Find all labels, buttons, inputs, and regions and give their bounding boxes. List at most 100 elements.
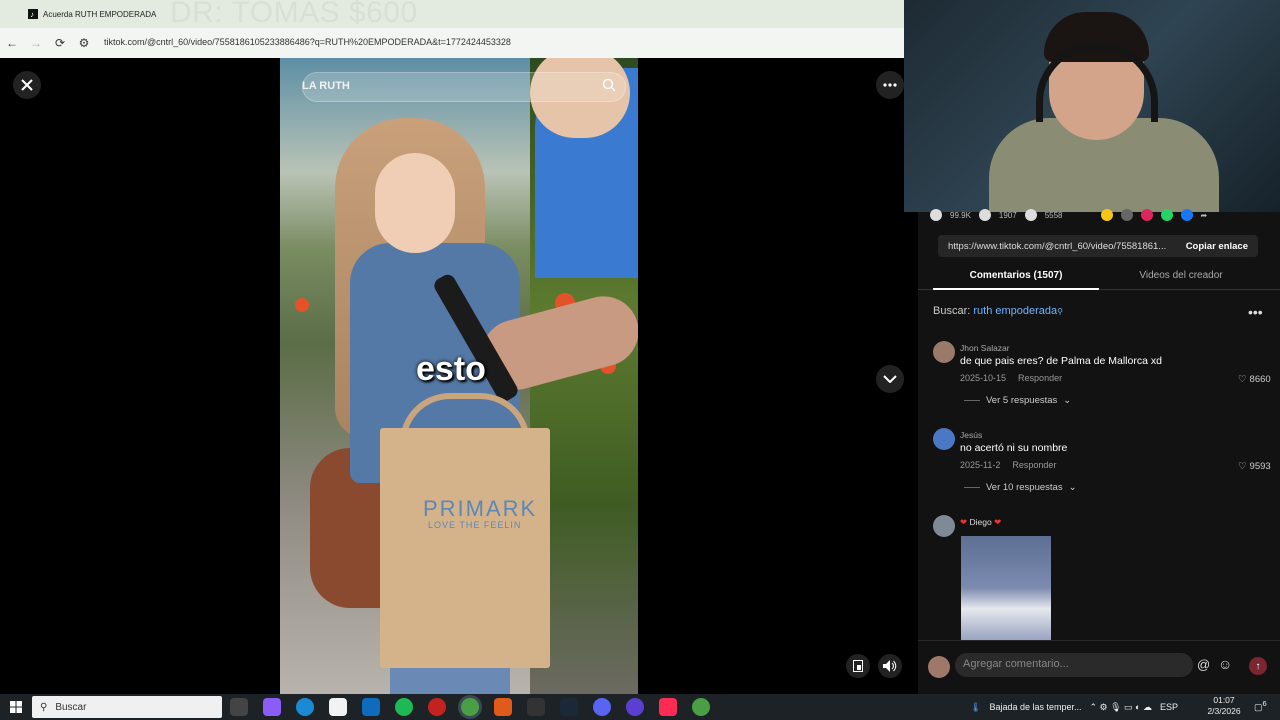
edge-icon[interactable] — [296, 698, 314, 716]
share-arrow-icon[interactable]: ➦ — [1201, 211, 1208, 220]
active-tab-indicator — [933, 288, 1099, 290]
heart-icon[interactable] — [930, 209, 942, 221]
windows-icon — [10, 701, 22, 713]
browser-chrome: ♪ Acuerda RUTH EMPODERADA DR: TOMAS $600… — [0, 0, 904, 58]
tiktok-favicon-icon: ♪ — [28, 9, 38, 19]
chevron-down-icon — [883, 375, 897, 383]
comment-likes[interactable]: ♡ 8660 — [1238, 374, 1271, 385]
avatar[interactable] — [933, 428, 955, 450]
task-view-icon[interactable] — [230, 698, 248, 716]
girl-face — [375, 153, 455, 253]
comment-author[interactable]: Jesús — [960, 430, 982, 440]
comment-date: 2025-10-15 — [960, 373, 1007, 383]
shopping-bag — [380, 428, 550, 668]
replies-divider — [964, 400, 980, 401]
next-video-button[interactable] — [876, 365, 904, 393]
picture-in-picture-button[interactable] — [846, 654, 870, 678]
copilot-icon[interactable] — [263, 698, 281, 716]
avatar[interactable] — [933, 515, 955, 537]
more-options-button[interactable] — [876, 71, 904, 99]
taskbar-search[interactable]: ⚲ Buscar — [32, 696, 222, 718]
chrome-icon[interactable] — [692, 698, 710, 716]
comment-meta: 2025-11-2 Responder — [960, 460, 1056, 470]
chevron-down-icon: ⌄ — [1063, 395, 1072, 406]
wavelink-icon[interactable] — [527, 698, 545, 716]
taskbar-apps — [230, 698, 710, 716]
obs-icon[interactable] — [428, 698, 446, 716]
start-button[interactable] — [0, 694, 32, 720]
tiktok-icon[interactable] — [659, 698, 677, 716]
view-replies[interactable]: Ver 10 respuestas ⌄ — [964, 482, 1077, 493]
steam-icon[interactable] — [560, 698, 578, 716]
weather-text[interactable]: Bajada de las temper... — [989, 702, 1081, 712]
search-query-link[interactable]: ruth empoderada — [973, 305, 1057, 317]
streamer-webcam — [904, 0, 1280, 212]
tab-creator-videos[interactable]: Videos del creador — [1100, 270, 1262, 281]
forward-icon[interactable]: → — [24, 36, 48, 50]
comments-count: 1907 — [998, 210, 1017, 220]
back-icon[interactable]: ← — [0, 36, 24, 50]
tab-title: Acuerda RUTH EMPODERADA — [43, 9, 157, 19]
copy-link-button[interactable]: Copiar enlace — [1186, 241, 1248, 252]
tray-icons[interactable]: ⌃ ⚙ 🎙 ▭ ◐ ☁ — [1090, 702, 1152, 713]
comment-author[interactable]: Jhon Salazar — [960, 343, 1010, 353]
comment-text: de que pais eres? de Palma de Mallorca x… — [960, 355, 1162, 367]
facebook-icon[interactable] — [1180, 209, 1193, 221]
language[interactable]: ESP — [1160, 702, 1178, 712]
comment-likes[interactable]: ♡ 9593 — [1238, 461, 1271, 472]
video-search-box[interactable] — [302, 72, 626, 102]
spotify-icon[interactable] — [395, 698, 413, 716]
date: 2/3/2026 — [1207, 706, 1241, 716]
embed-icon[interactable] — [1120, 209, 1133, 221]
view-replies[interactable]: Ver 5 respuestas ⌄ — [964, 395, 1071, 406]
discord-icon[interactable] — [593, 698, 611, 716]
pinterest-icon[interactable] — [1140, 209, 1153, 221]
likes-count: 99.9K — [950, 210, 971, 220]
thermometer-icon: 🌡 — [970, 701, 982, 712]
address-bar[interactable]: tiktok.com/@cntrl_60/video/7558186105233… — [104, 37, 511, 47]
reload-icon[interactable]: ⟳ — [48, 36, 72, 50]
bookmark-icon[interactable] — [1024, 209, 1037, 221]
browser-tab[interactable]: ♪ Acuerda RUTH EMPODERADA — [28, 4, 178, 24]
mail-icon[interactable] — [362, 698, 380, 716]
reply-button[interactable]: Responder — [1018, 373, 1062, 383]
clock[interactable]: 01:07 2/3/2026 — [1200, 695, 1248, 717]
view-replies-label: Ver 5 respuestas — [986, 395, 1058, 406]
whatsapp-icon[interactable] — [1160, 209, 1173, 221]
send-button[interactable]: ↑ — [1249, 657, 1267, 675]
pip-icon — [853, 660, 863, 672]
time: 01:07 — [1213, 695, 1235, 705]
view-replies-label: Ver 10 respuestas — [986, 482, 1063, 493]
mention-icon[interactable]: @ — [1197, 657, 1210, 672]
notifications-button[interactable]: ▢6 — [1254, 699, 1267, 713]
chrome-icon[interactable] — [461, 698, 479, 716]
heart-outline-icon: ♡ — [1238, 461, 1247, 472]
search-icon: ⚲ — [40, 701, 48, 713]
emoji-icon[interactable]: ☺ — [1218, 656, 1232, 672]
search-icon[interactable] — [601, 77, 617, 93]
comment-icon[interactable] — [978, 209, 991, 221]
comment-input[interactable]: Agregar comentario... — [955, 653, 1193, 677]
share-emoji-icon[interactable] — [1100, 209, 1113, 221]
likes-value: 8660 — [1249, 374, 1271, 385]
bag-tagline: LOVE THE FEELIN — [428, 520, 522, 530]
video-player[interactable]: PRIMARK LOVE THE FEELIN esto — [280, 58, 638, 694]
share-link[interactable]: https://www.tiktok.com/@cntrl_60/video/7… — [948, 241, 1174, 252]
comment-image[interactable] — [961, 536, 1051, 640]
panel-more-icon[interactable]: ••• — [1248, 304, 1263, 320]
close-button[interactable] — [13, 71, 41, 99]
avatar[interactable] — [933, 341, 955, 363]
heart-emoji-icon: ❤ — [994, 517, 1002, 527]
brave-icon[interactable] — [494, 698, 512, 716]
search-label: Buscar: — [933, 305, 971, 317]
tab-comments[interactable]: Comentarios (1507) — [933, 270, 1099, 281]
site-info-icon[interactable]: ⚙ — [72, 36, 96, 50]
close-icon — [21, 79, 33, 91]
comment-author[interactable]: ❤ Diego ❤ — [960, 517, 1001, 528]
store-icon[interactable] — [329, 698, 347, 716]
reply-button[interactable]: Responder — [1012, 460, 1056, 470]
app-icon[interactable] — [626, 698, 644, 716]
volume-button[interactable] — [878, 654, 902, 678]
overlay-banner: DR: TOMAS $600 — [170, 0, 418, 29]
saves-count: 5558 — [1044, 210, 1063, 220]
